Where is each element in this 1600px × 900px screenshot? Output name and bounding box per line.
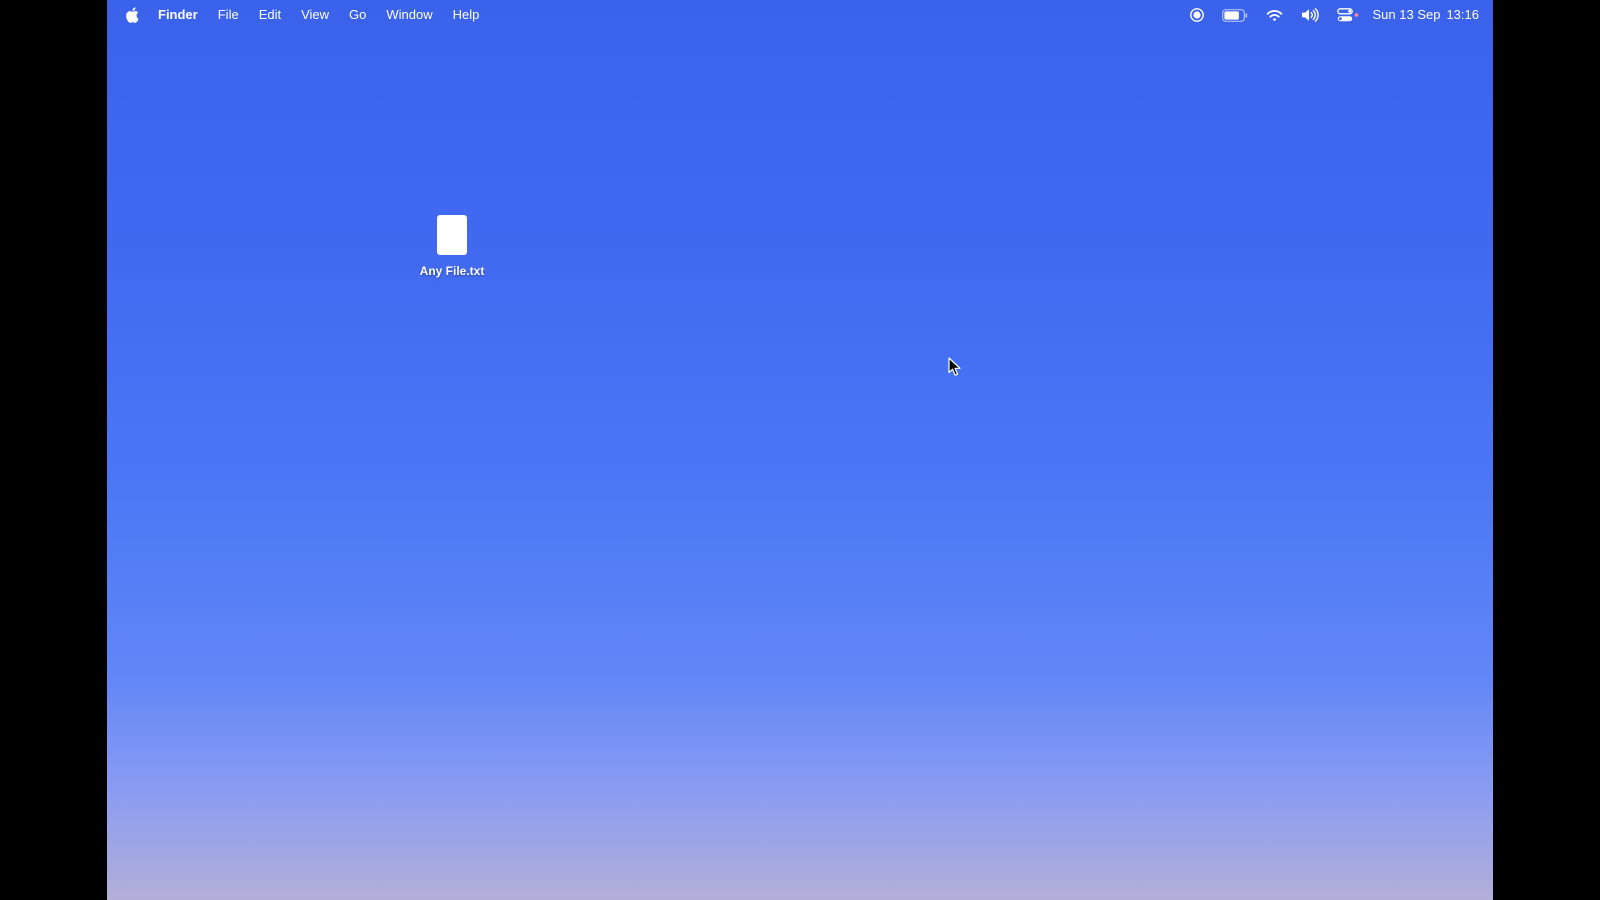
menu-edit[interactable]: Edit [249, 0, 291, 30]
text-file-icon[interactable] [436, 214, 468, 256]
apple-icon[interactable] [124, 6, 140, 24]
menu-app-finder[interactable]: Finder [156, 0, 208, 30]
menu-help[interactable]: Help [443, 0, 490, 30]
menu-bar-left: Finder File Edit View Go Window Help [107, 0, 489, 30]
cursor-arrow-icon [948, 357, 961, 376]
desktop-file-label[interactable]: Any File.txt [420, 264, 485, 278]
control-center-icon[interactable] [1336, 0, 1359, 30]
clock-date: Sun 13 Sep [1372, 7, 1441, 22]
menu-view[interactable]: View [291, 0, 339, 30]
menu-go[interactable]: Go [339, 0, 376, 30]
desktop-file-any-file[interactable]: Any File.txt [407, 214, 497, 278]
screen-record-icon[interactable] [1189, 0, 1204, 30]
battery-icon[interactable] [1221, 0, 1248, 30]
desktop-screen[interactable]: Finder File Edit View Go Window Help Sun… [107, 0, 1493, 900]
menu-bar-clock[interactable]: Sun 13 Sep 13:16 [1373, 0, 1480, 30]
wifi-icon[interactable] [1266, 0, 1283, 30]
menu-bar-status-area: Sun 13 Sep 13:16 [1172, 0, 1480, 30]
menu-bar: Finder File Edit View Go Window Help Sun… [107, 0, 1493, 30]
menu-window[interactable]: Window [376, 0, 442, 30]
volume-icon[interactable] [1301, 0, 1319, 30]
clock-time: 13:16 [1446, 7, 1479, 22]
menu-file[interactable]: File [208, 0, 249, 30]
